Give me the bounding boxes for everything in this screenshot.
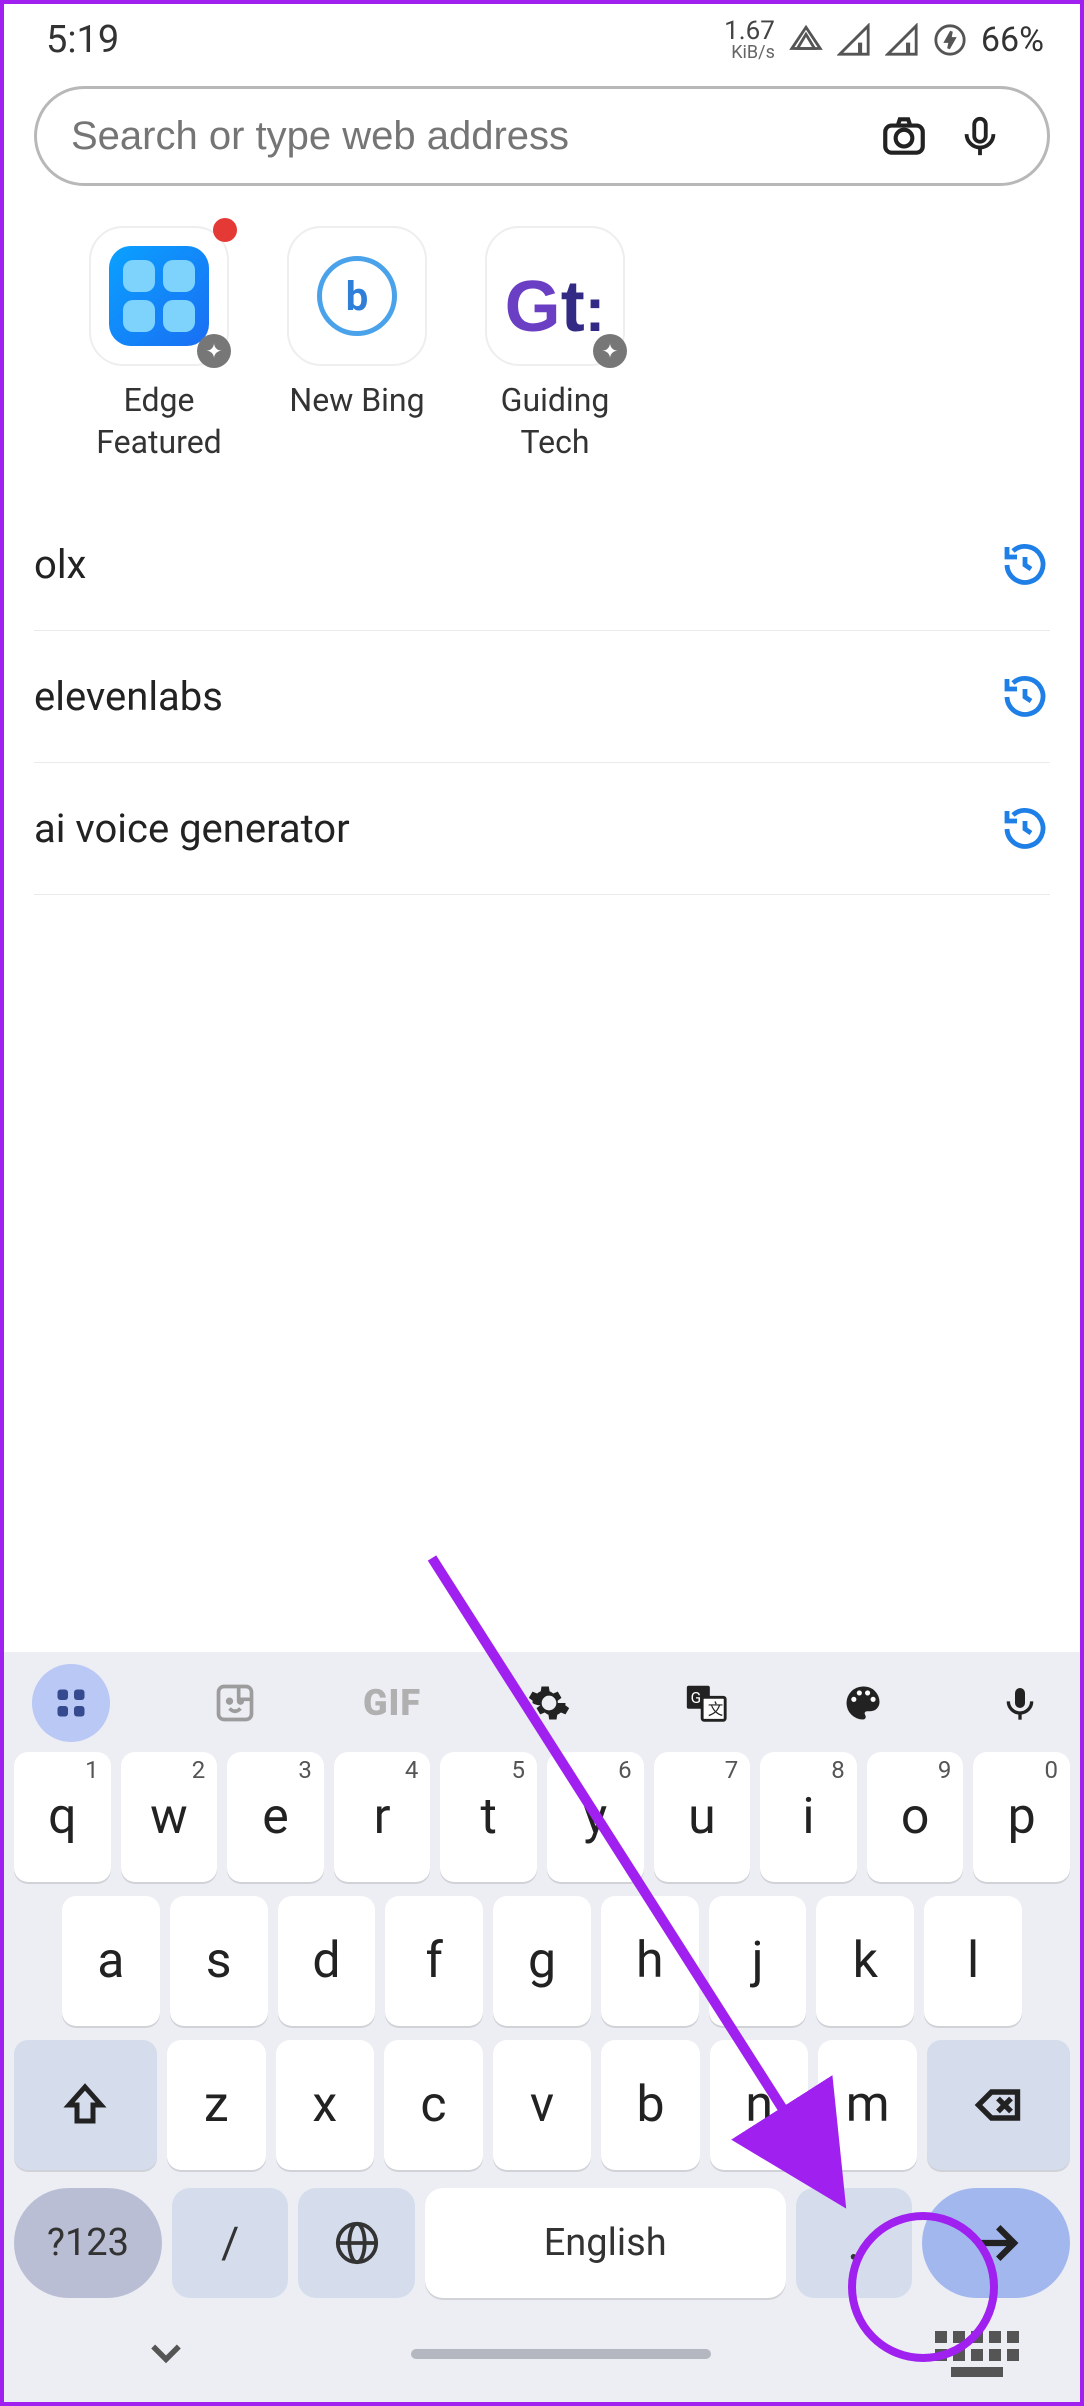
key-h[interactable]: h <box>601 1896 699 2026</box>
svg-text:!: ! <box>858 42 862 57</box>
history-text: olx <box>34 541 86 588</box>
signal-icon-1: ! <box>837 23 871 57</box>
on-screen-keyboard: GIF G文 1q2w3e4r5t6y7u8i9o0p asdfghjkl zx… <box>4 1652 1080 2402</box>
keyboard-row-3: zxcvbnm <box>14 2040 1070 2170</box>
keyboard-row-1: 1q2w3e4r5t6y7u8i9o0p <box>14 1752 1070 1882</box>
key-f[interactable]: f <box>385 1896 483 2026</box>
key-w[interactable]: 2w <box>121 1752 218 1882</box>
shortcut-grid: ✦ Edge Featured b New Bing Gt: ✦ Guiding… <box>4 206 1080 473</box>
shortcut-edge-featured[interactable]: ✦ Edge Featured <box>74 226 244 463</box>
edge-featured-icon: ✦ <box>89 226 229 366</box>
keyboard-switcher-icon[interactable] <box>934 2324 1020 2384</box>
period-key[interactable]: . <box>796 2188 912 2298</box>
key-y[interactable]: 6y <box>547 1752 644 1882</box>
key-g[interactable]: g <box>493 1896 591 2026</box>
enter-key[interactable] <box>922 2188 1070 2298</box>
key-j[interactable]: j <box>709 1896 807 2026</box>
history-item[interactable]: ai voice generator <box>34 763 1050 895</box>
status-bar: 5:19 1.67 KiB/s ! ! 66% <box>4 4 1080 68</box>
voice-input-icon[interactable] <box>988 1671 1052 1735</box>
theme-icon[interactable] <box>831 1671 895 1735</box>
nav-bar <box>4 2316 1080 2402</box>
keyboard-menu-icon[interactable] <box>32 1664 110 1742</box>
guiding-tech-icon: Gt: ✦ <box>485 226 625 366</box>
key-a[interactable]: a <box>62 1896 160 2026</box>
key-x[interactable]: x <box>276 2040 375 2170</box>
svg-text:!: ! <box>906 42 910 57</box>
shortcut-label: Edge Featured <box>96 380 221 463</box>
language-key[interactable] <box>298 2188 414 2298</box>
shift-key[interactable] <box>14 2040 157 2170</box>
notification-dot-icon <box>213 218 237 242</box>
translate-icon[interactable]: G文 <box>674 1671 738 1735</box>
backspace-key[interactable] <box>927 2040 1070 2170</box>
key-d[interactable]: d <box>278 1896 376 2026</box>
history-text: ai voice generator <box>34 805 350 852</box>
mic-icon[interactable] <box>951 107 1009 165</box>
key-i[interactable]: 8i <box>760 1752 857 1882</box>
signal-icon-2: ! <box>885 23 919 57</box>
history-item[interactable]: elevenlabs <box>34 631 1050 763</box>
key-c[interactable]: c <box>384 2040 483 2170</box>
bing-icon: b <box>287 226 427 366</box>
key-s[interactable]: s <box>170 1896 268 2026</box>
key-k[interactable]: k <box>816 1896 914 2026</box>
gesture-handle[interactable] <box>411 2349 711 2359</box>
shortcut-guiding-tech[interactable]: Gt: ✦ Guiding Tech <box>470 226 640 463</box>
key-l[interactable]: l <box>924 1896 1022 2026</box>
history-icon[interactable] <box>1000 804 1050 854</box>
spacebar-key[interactable]: English <box>425 2188 786 2298</box>
key-m[interactable]: m <box>818 2040 917 2170</box>
key-b[interactable]: b <box>601 2040 700 2170</box>
address-bar[interactable] <box>34 86 1050 186</box>
history-icon[interactable] <box>1000 540 1050 590</box>
key-r[interactable]: 4r <box>334 1752 431 1882</box>
pin-icon: ✦ <box>593 334 627 368</box>
shortcut-label: Guiding Tech <box>501 380 610 463</box>
history-icon[interactable] <box>1000 672 1050 722</box>
pin-icon: ✦ <box>197 334 231 368</box>
shortcut-new-bing[interactable]: b New Bing <box>272 226 442 463</box>
keyboard-bottom-row: ?123 / English . <box>4 2188 1080 2316</box>
key-n[interactable]: n <box>710 2040 809 2170</box>
shortcut-label: New Bing <box>289 380 424 422</box>
key-q[interactable]: 1q <box>14 1752 111 1882</box>
search-input[interactable] <box>71 114 857 159</box>
sticker-icon[interactable] <box>203 1671 267 1735</box>
history-item[interactable]: olx <box>34 499 1050 631</box>
network-speed: 1.67 KiB/s <box>724 18 775 62</box>
battery-saver-icon <box>933 23 967 57</box>
status-right: 1.67 KiB/s ! ! 66% <box>724 18 1044 62</box>
wifi-icon <box>789 23 823 57</box>
key-e[interactable]: 3e <box>227 1752 324 1882</box>
keyboard-row-2: asdfghjkl <box>14 1896 1070 2026</box>
slash-key[interactable]: / <box>172 2188 288 2298</box>
battery-percent: 66% <box>981 20 1044 60</box>
clock: 5:19 <box>46 18 119 62</box>
svg-text:文: 文 <box>708 1701 723 1719</box>
search-history: olx elevenlabs ai voice generator <box>34 499 1050 895</box>
keyboard-rows: 1q2w3e4r5t6y7u8i9o0p asdfghjkl zxcvbnm <box>4 1752 1080 2188</box>
key-u[interactable]: 7u <box>654 1752 751 1882</box>
collapse-keyboard-icon[interactable] <box>144 2330 188 2378</box>
key-o[interactable]: 9o <box>867 1752 964 1882</box>
key-v[interactable]: v <box>493 2040 592 2170</box>
settings-icon[interactable] <box>517 1671 581 1735</box>
key-p[interactable]: 0p <box>973 1752 1070 1882</box>
gif-icon[interactable]: GIF <box>360 1671 424 1735</box>
camera-icon[interactable] <box>875 107 933 165</box>
keyboard-toolbar: GIF G文 <box>4 1662 1080 1752</box>
key-z[interactable]: z <box>167 2040 266 2170</box>
symbols-key[interactable]: ?123 <box>14 2188 162 2298</box>
history-text: elevenlabs <box>34 673 223 720</box>
svg-text:G: G <box>691 1689 701 1707</box>
key-t[interactable]: 5t <box>440 1752 537 1882</box>
